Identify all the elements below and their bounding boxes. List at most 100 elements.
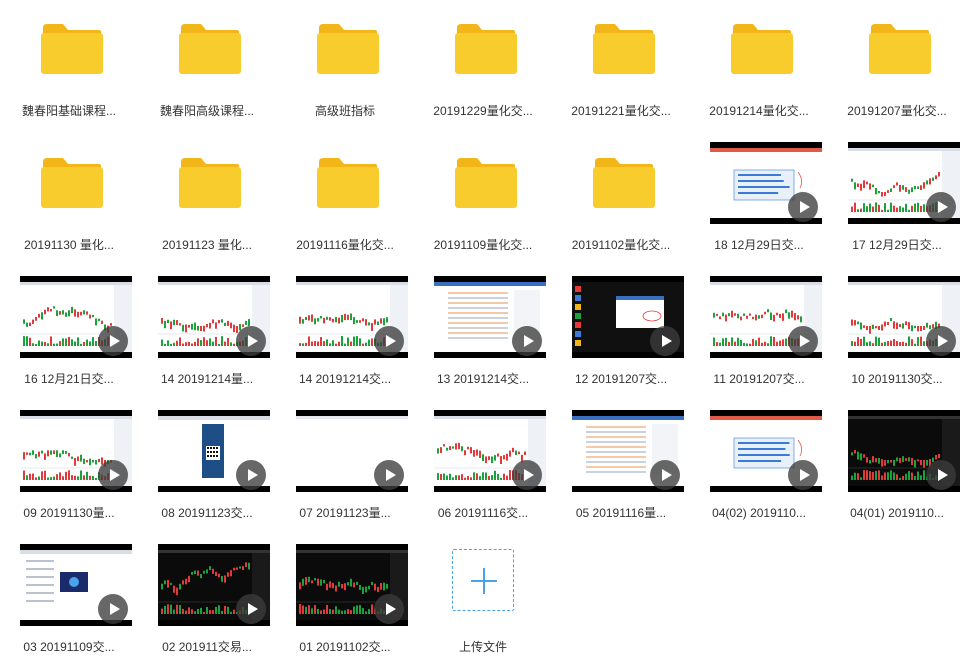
video-thumbnail bbox=[20, 276, 132, 358]
folder-item[interactable]: 魏春阳高级课程... bbox=[138, 0, 276, 134]
video-thumbnail bbox=[20, 410, 132, 492]
play-icon bbox=[788, 192, 818, 222]
item-label: 14 20191214量... bbox=[160, 372, 254, 386]
video-thumbnail bbox=[572, 276, 684, 358]
item-label: 20191207量化交... bbox=[847, 104, 947, 118]
play-icon bbox=[374, 594, 404, 624]
item-label: 20191214量化交... bbox=[709, 104, 809, 118]
item-label: 17 12月29日交... bbox=[852, 238, 942, 252]
item-label: 09 20191130量... bbox=[23, 506, 115, 520]
video-item[interactable]: 16 12月21日交... bbox=[0, 268, 138, 402]
item-label: 02 201911交易... bbox=[162, 640, 252, 654]
folder-icon bbox=[41, 158, 103, 208]
video-thumbnail bbox=[710, 276, 822, 358]
item-label: 13 20191214交... bbox=[436, 372, 530, 386]
folder-icon bbox=[179, 158, 241, 208]
play-icon bbox=[98, 460, 128, 490]
video-item[interactable]: 11 20191207交... bbox=[690, 268, 828, 402]
play-icon bbox=[788, 326, 818, 356]
folder-item[interactable]: 魏春阳基础课程... bbox=[0, 0, 138, 134]
play-icon bbox=[926, 460, 956, 490]
item-label: 14 20191214交... bbox=[298, 372, 392, 386]
folder-item[interactable]: 20191102量化交... bbox=[552, 134, 690, 268]
video-thumbnail bbox=[434, 276, 546, 358]
upload-file-button[interactable]: 上传文件 bbox=[414, 536, 552, 670]
item-label: 20191123 量化... bbox=[162, 238, 252, 252]
play-icon bbox=[374, 326, 404, 356]
play-icon bbox=[926, 192, 956, 222]
folder-item[interactable]: 高级班指标 bbox=[276, 0, 414, 134]
video-item[interactable]: 04(01) 2019110... bbox=[828, 402, 966, 536]
video-item[interactable]: 10 20191130交... bbox=[828, 268, 966, 402]
item-label: 魏春阳基础课程... bbox=[21, 104, 116, 118]
video-thumbnail bbox=[848, 276, 960, 358]
video-item[interactable]: 02 201911交易... bbox=[138, 536, 276, 670]
video-thumbnail bbox=[710, 142, 822, 224]
item-label: 04(01) 2019110... bbox=[850, 506, 944, 520]
folder-item[interactable]: 20191130 量化... bbox=[0, 134, 138, 268]
video-thumbnail bbox=[710, 410, 822, 492]
video-thumbnail bbox=[158, 276, 270, 358]
video-thumbnail bbox=[572, 410, 684, 492]
play-icon bbox=[236, 326, 266, 356]
video-item[interactable]: 05 20191116量... bbox=[552, 402, 690, 536]
video-item[interactable]: 01 20191102交... bbox=[276, 536, 414, 670]
video-item[interactable]: 18 12月29日交... bbox=[690, 134, 828, 268]
play-icon bbox=[926, 326, 956, 356]
folder-icon bbox=[731, 24, 793, 74]
item-label: 魏春阳高级课程... bbox=[159, 104, 254, 118]
item-label: 10 20191130交... bbox=[851, 372, 943, 386]
play-icon bbox=[650, 326, 680, 356]
item-label: 高级班指标 bbox=[314, 104, 375, 118]
video-item[interactable]: 03 20191109交... bbox=[0, 536, 138, 670]
folder-item[interactable]: 20191221量化交... bbox=[552, 0, 690, 134]
item-label: 20191221量化交... bbox=[571, 104, 671, 118]
video-item[interactable]: 04(02) 2019110... bbox=[690, 402, 828, 536]
folder-icon bbox=[317, 24, 379, 74]
folder-item[interactable]: 20191116量化交... bbox=[276, 134, 414, 268]
video-thumbnail bbox=[296, 410, 408, 492]
folder-icon bbox=[593, 158, 655, 208]
play-icon bbox=[236, 594, 266, 624]
video-item[interactable]: 17 12月29日交... bbox=[828, 134, 966, 268]
play-icon bbox=[512, 460, 542, 490]
video-thumbnail bbox=[848, 142, 960, 224]
video-item[interactable]: 06 20191116交... bbox=[414, 402, 552, 536]
video-thumbnail bbox=[158, 544, 270, 626]
play-icon bbox=[650, 460, 680, 490]
folder-item[interactable]: 20191229量化交... bbox=[414, 0, 552, 134]
item-label: 05 20191116量... bbox=[575, 506, 667, 520]
video-item[interactable]: 08 20191123交... bbox=[138, 402, 276, 536]
folder-item[interactable]: 20191109量化交... bbox=[414, 134, 552, 268]
video-item[interactable]: 14 20191214量... bbox=[138, 268, 276, 402]
item-label: 04(02) 2019110... bbox=[712, 506, 806, 520]
item-label: 18 12月29日交... bbox=[714, 238, 804, 252]
video-item[interactable]: 09 20191130量... bbox=[0, 402, 138, 536]
folder-item[interactable]: 20191123 量化... bbox=[138, 134, 276, 268]
folder-icon bbox=[455, 24, 517, 74]
item-label: 上传文件 bbox=[458, 640, 507, 654]
item-label: 20191109量化交... bbox=[433, 238, 533, 252]
folder-item[interactable]: 20191207量化交... bbox=[828, 0, 966, 134]
folder-item[interactable]: 20191214量化交... bbox=[690, 0, 828, 134]
video-item[interactable]: 07 20191123量... bbox=[276, 402, 414, 536]
item-label: 20191130 量化... bbox=[24, 238, 114, 252]
play-icon bbox=[236, 460, 266, 490]
item-label: 20191229量化交... bbox=[433, 104, 533, 118]
video-thumbnail bbox=[434, 410, 546, 492]
upload-box bbox=[452, 549, 514, 611]
item-label: 06 20191116交... bbox=[437, 506, 529, 520]
item-label: 07 20191123量... bbox=[299, 506, 391, 520]
video-item[interactable]: 13 20191214交... bbox=[414, 268, 552, 402]
play-icon bbox=[98, 326, 128, 356]
item-label: 20191102量化交... bbox=[571, 238, 671, 252]
video-item[interactable]: 14 20191214交... bbox=[276, 268, 414, 402]
item-label: 11 20191207交... bbox=[713, 372, 805, 386]
item-label: 20191116量化交... bbox=[296, 238, 394, 252]
play-icon bbox=[788, 460, 818, 490]
folder-icon bbox=[317, 158, 379, 208]
video-item[interactable]: 12 20191207交... bbox=[552, 268, 690, 402]
file-grid: 魏春阳基础课程... 魏春阳高级课程... 高级班指标 20191229量化交... 2… bbox=[0, 0, 977, 655]
folder-icon bbox=[41, 24, 103, 74]
item-label: 12 20191207交... bbox=[574, 372, 668, 386]
